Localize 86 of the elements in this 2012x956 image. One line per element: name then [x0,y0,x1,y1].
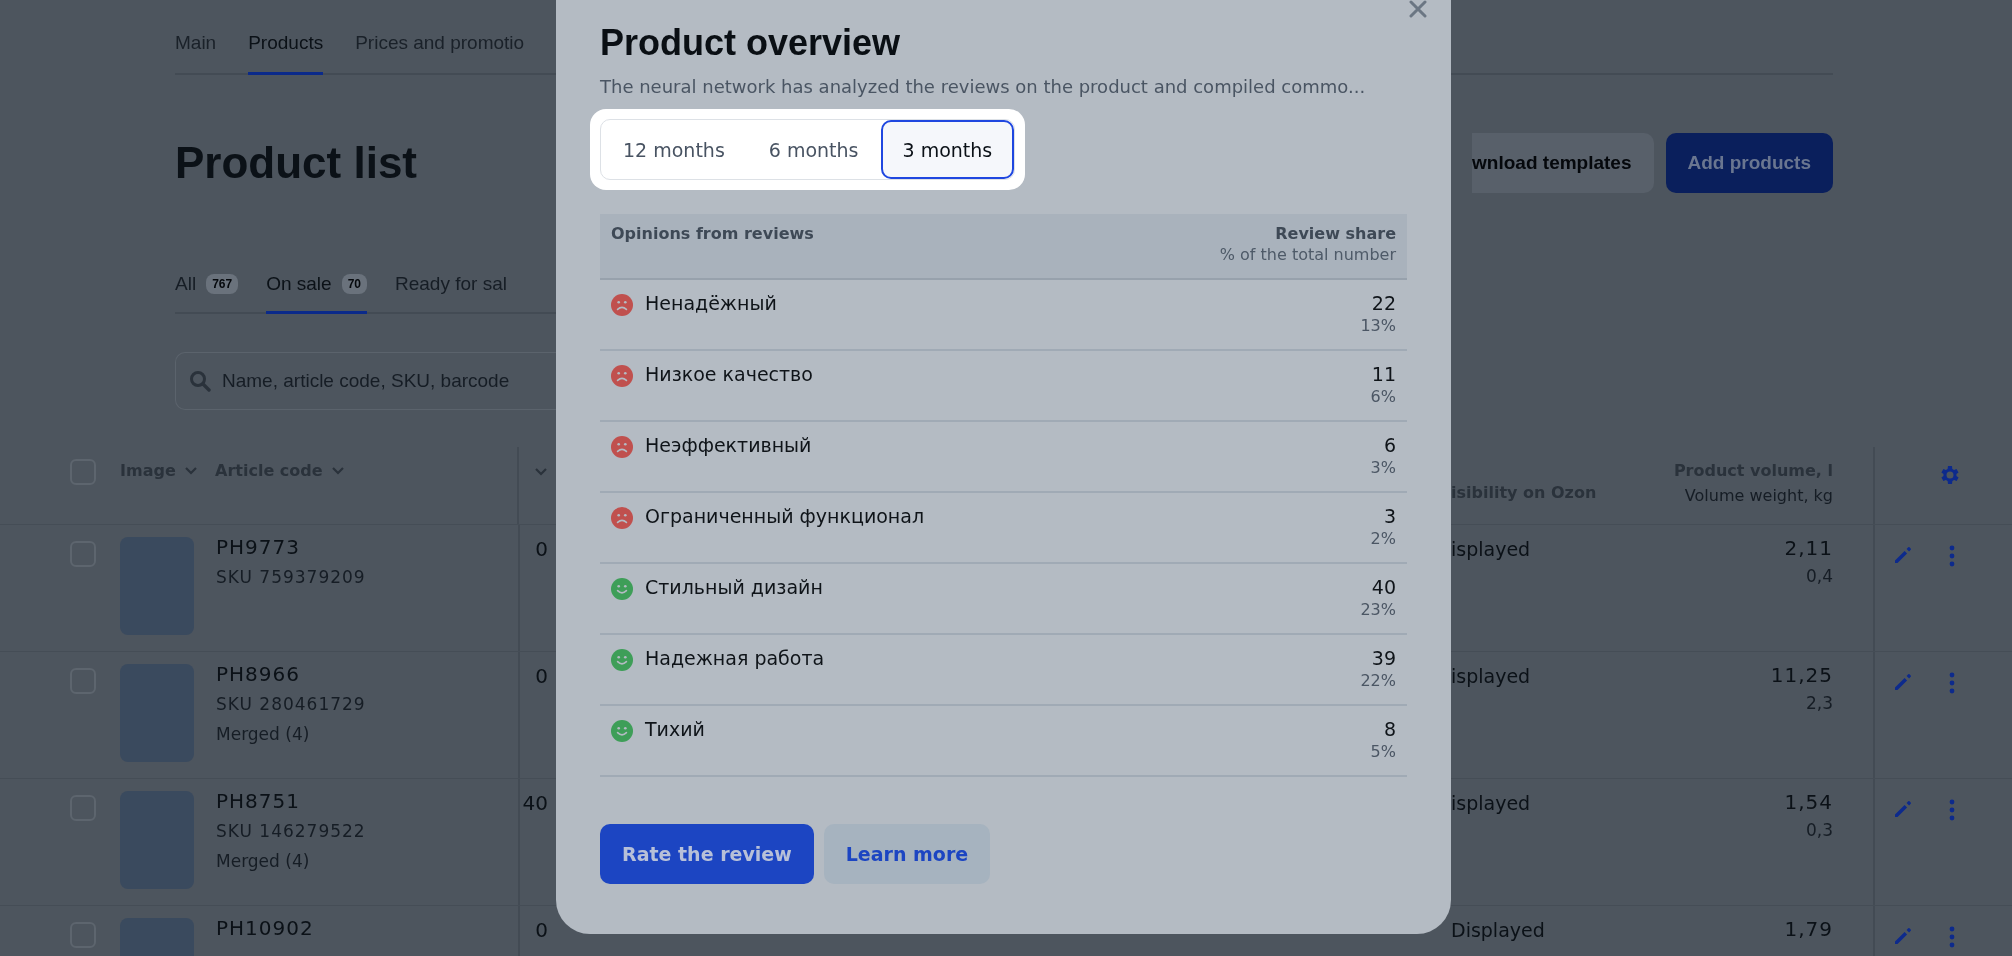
chevron-icon [534,467,548,477]
review-share: 23% [1360,600,1396,619]
modal-title: Product overview [600,22,902,64]
opinion-label: Тихий [645,718,706,740]
review-share: 6% [1370,387,1396,406]
review-share: 2% [1370,529,1396,548]
column-header: Opinions from reviews [611,224,814,245]
more-icon[interactable] [1948,799,1955,821]
table-cell-text: isplayed [1451,664,1531,689]
article-code: PH9773 [216,535,301,559]
article-code: PH10902 [216,916,315,940]
review-share: 22% [1360,671,1396,690]
close-icon[interactable] [1409,0,1427,18]
opinion-label: Ненадёжный [645,292,778,314]
search-icon [189,370,211,392]
sad-face-icon [611,294,633,316]
opinion-label: Надежная работа [645,647,826,669]
table-cell: 2,3 [1805,693,1833,713]
table-cell: 0,3 [1805,820,1833,840]
article-code: PH8966 [216,662,301,686]
review-share: 5% [1370,742,1396,761]
column-subheader: % of the total number [1219,245,1396,264]
search-field[interactable]: Name, article code, SKU, barcode [175,352,556,410]
pencil-icon[interactable] [1892,672,1913,692]
table-cell: 1,79 [1784,917,1833,941]
period-tab[interactable]: 3 months [880,120,1015,179]
table-cell: 1,54 [1784,790,1833,814]
table-cell: 2,11 [1784,536,1833,560]
modal-description: The neural network has analyzed the reviews on the product and compiled commo... [600,76,1367,97]
sad-face-icon [611,436,633,458]
chevron-icon [330,465,345,476]
pencil-icon[interactable] [1892,799,1913,819]
opinion-label: Неэффективный [645,434,813,456]
period-tab[interactable]: 12 months [601,120,747,179]
learn-more-button[interactable]: Learn more [823,824,991,884]
review-share: 13% [1360,316,1396,335]
opinion-label: Стильный дизайн [645,576,824,598]
table-cell-text: 0 [535,663,548,690]
period-tab[interactable]: 6 months [746,120,881,179]
column-subheader: Volume weight, kg [1684,486,1833,505]
review-count: 40 [1371,576,1396,598]
pencil-icon[interactable] [1892,545,1913,565]
table-cell-text: isplayed [1451,537,1531,562]
add-products-button[interactable]: Add products [1665,132,1833,193]
review-count: 8 [1383,718,1396,740]
sku-text: SKU 146279522 [216,821,367,841]
status-tab[interactable]: All 767 [175,273,239,314]
page-title: Product list [175,137,418,188]
rate-review-button[interactable]: Rate the review [600,824,814,884]
review-count: 39 [1371,647,1396,669]
opinion-label: Ограниченный функционал [645,505,926,527]
article-code: PH8751 [216,789,301,813]
sad-face-icon [611,365,633,387]
table-cell: 11,25 [1770,663,1833,687]
sku-text: SKU 280461729 [216,694,367,714]
table-cell-text: 40 [522,790,548,817]
sku-text: SKU 759379209 [216,567,367,587]
more-icon[interactable] [1948,926,1955,948]
nav-tab[interactable]: Products [248,32,324,75]
chevron-icon [183,465,198,476]
more-icon[interactable] [1948,545,1955,567]
more-icon[interactable] [1948,672,1955,694]
download-templates-button[interactable]: wnload templates [1472,132,1654,193]
status-tab[interactable]: Ready for sal [395,273,507,314]
status-tab[interactable]: On sale 70 [266,273,367,314]
count-badge: 767 [206,274,239,294]
table-cell-text: isplayed [1451,791,1531,816]
table-cell-text: 0 [535,536,548,563]
table-cell-text: 0 [535,917,548,944]
review-count: 3 [1383,505,1396,527]
opinion-label: Низкое качество [645,363,814,385]
review-share: 3% [1370,458,1396,477]
count-badge: 70 [341,274,367,294]
table-cell-text: Displayed [1451,918,1545,943]
column-header: Review share [1275,224,1396,243]
sad-face-icon [611,507,633,529]
merged-label: Merged (4) [216,851,311,871]
smiley-face-icon [611,720,633,742]
table-cell: 0,4 [1805,566,1833,586]
review-count: 22 [1371,292,1396,314]
smiley-face-icon [611,578,633,600]
pencil-icon[interactable] [1892,926,1913,946]
smiley-face-icon [611,649,633,671]
review-count: 11 [1371,363,1396,385]
review-count: 6 [1383,434,1396,456]
merged-label: Merged (4) [216,724,311,744]
